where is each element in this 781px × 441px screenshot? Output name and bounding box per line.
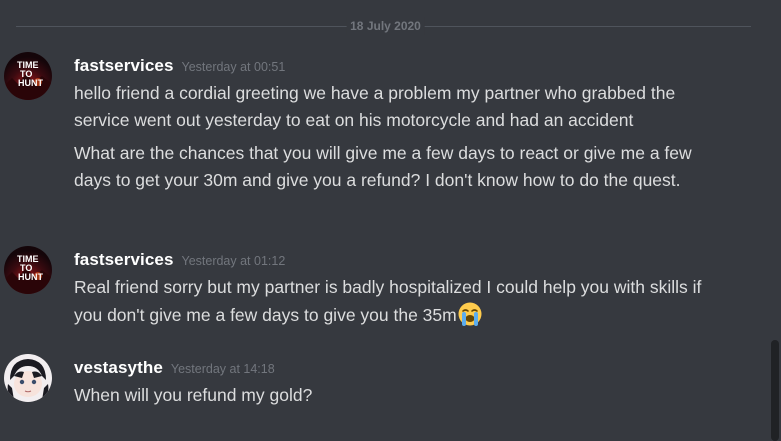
message-header: fastservices Yesterday at 01:12 [74, 250, 285, 270]
loudly-crying-face-emoji-icon [458, 302, 482, 326]
message-text-content: Real friend sorry but my partner is badl… [74, 277, 702, 325]
timestamp[interactable]: Yesterday at 14:18 [171, 362, 275, 376]
message-text: When will you refund my gold? [74, 385, 313, 405]
svg-text:HUNT: HUNT [18, 78, 43, 88]
timestamp[interactable]: Yesterday at 01:12 [182, 254, 286, 268]
username[interactable]: fastservices [74, 56, 174, 75]
anime-character-avatar-icon [4, 354, 52, 402]
scrollbar[interactable] [771, 340, 779, 441]
time-to-hunt-avatar-icon: TIME TO HUNT [4, 246, 52, 294]
message-header: fastservices Yesterday at 00:51 [74, 56, 285, 76]
date-divider-label: 18 July 2020 [346, 17, 425, 35]
message-header: vestasythe Yesterday at 14:18 [74, 358, 275, 378]
username[interactable]: vestasythe [74, 358, 163, 377]
message-text: What are the chances that you will give … [74, 143, 692, 190]
username[interactable]: fastservices [74, 250, 174, 269]
timestamp[interactable]: Yesterday at 00:51 [182, 60, 286, 74]
time-to-hunt-avatar-icon: TIME TO HUNT [4, 52, 52, 100]
svg-text:HUNT: HUNT [18, 272, 43, 282]
user-avatar[interactable] [4, 354, 52, 402]
message-text: Real friend sorry but my partner is badl… [74, 274, 724, 328]
user-avatar[interactable]: TIME TO HUNT [4, 52, 52, 100]
message-text: hello friend a cordial greeting we have … [74, 83, 676, 130]
user-avatar[interactable]: TIME TO HUNT [4, 246, 52, 294]
